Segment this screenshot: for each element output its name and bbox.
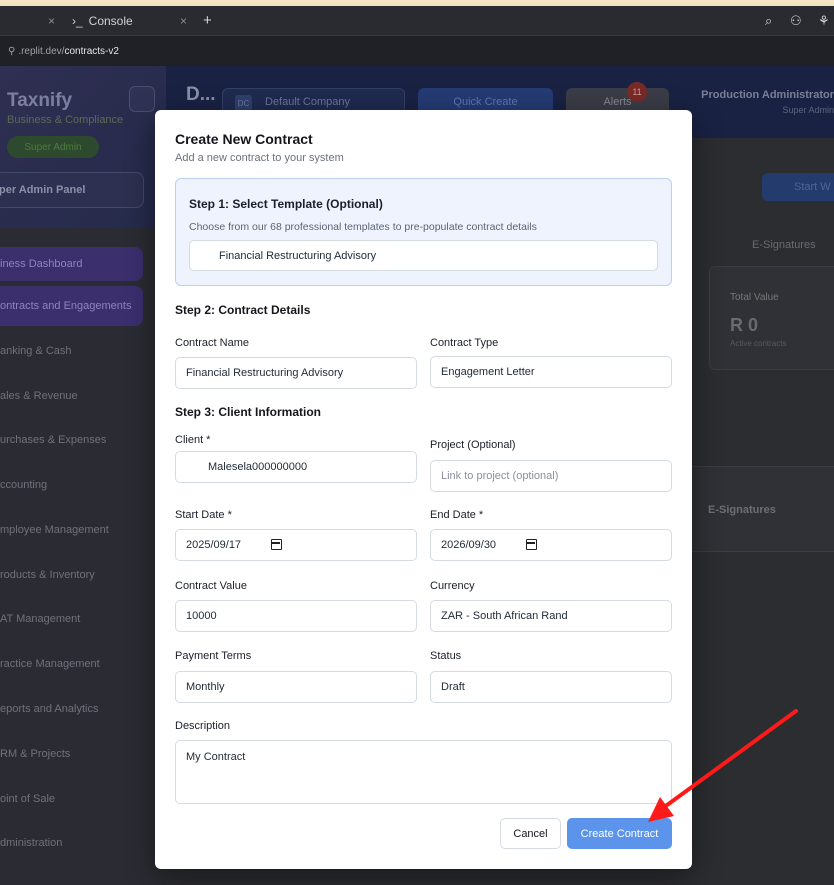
sidebar-item-reports[interactable]: eports and Analytics (0, 699, 166, 719)
sidebar-item-pos[interactable]: oint of Sale (0, 789, 166, 809)
project-input[interactable]: Link to project (optional) (430, 460, 672, 492)
browser-tab[interactable]: × (0, 6, 62, 36)
step2-title: Step 2: Contract Details (175, 303, 311, 317)
sidebar-item-administration[interactable]: dministration (0, 833, 166, 853)
alert-count-badge: 11 (627, 82, 647, 102)
modal-title: Create New Contract (175, 131, 313, 147)
sidebar-item-dashboard[interactable]: iness Dashboard (0, 247, 143, 281)
role-badge: Super Admin (7, 136, 99, 158)
create-contract-button[interactable]: Create Contract (567, 818, 672, 849)
sidebar-item-products[interactable]: roducts & Inventory (0, 565, 166, 585)
contract-value-label: Contract Value (175, 580, 247, 592)
status-select[interactable]: Draft (430, 671, 672, 703)
tab-e-signatures[interactable]: E-Signatures (752, 239, 816, 251)
browser-tab-bar: × ›_ Console × + ⌕ ⚇ ⚘ (0, 6, 834, 36)
user-role: Super Admin (782, 105, 834, 115)
step3-title: Step 3: Client Information (175, 405, 322, 419)
template-select[interactable]: Financial Restructuring Advisory (189, 240, 658, 271)
sidebar-collapse-button[interactable] (129, 86, 155, 112)
page-title: D... (186, 84, 216, 105)
browser-tab-console[interactable]: ›_ Console × (72, 6, 192, 36)
modal-subtitle: Add a new contract to your system (175, 152, 344, 164)
client-label: Client * (175, 434, 211, 446)
start-date-input[interactable]: 2025/09/17 (175, 529, 417, 561)
e-signatures-section: E-Signatures (692, 466, 834, 552)
super-admin-panel-button[interactable]: per Admin Panel (0, 172, 144, 208)
app-tagline: Business & Compliance (7, 114, 124, 126)
calendar-icon[interactable] (526, 539, 537, 550)
sidebar-item-accounting[interactable]: ccounting (0, 475, 166, 495)
app-name: Taxnify (7, 90, 73, 111)
contract-name-input[interactable]: Financial Restructuring Advisory (175, 357, 417, 389)
sidebar-item-contracts[interactable]: ontracts and Engagements (0, 286, 143, 326)
template-step-panel: Step 1: Select Template (Optional) Choos… (175, 178, 672, 286)
terminal-icon: ›_ (72, 14, 83, 28)
contract-name-label: Contract Name (175, 337, 249, 349)
step1-description: Choose from our 68 professional template… (189, 221, 537, 233)
sidebar-brand: Taxnify Business & Compliance Super Admi… (0, 66, 166, 228)
sidebar-item-vat[interactable]: AT Management (0, 609, 166, 629)
contract-type-select[interactable]: Engagement Letter (430, 356, 672, 388)
extension-icon[interactable]: ⚘ (818, 13, 830, 29)
end-date-label: End Date * (430, 509, 484, 521)
payment-terms-select[interactable]: Monthly (175, 671, 417, 703)
close-icon[interactable]: × (180, 14, 187, 28)
currency-select[interactable]: ZAR - South African Rand (430, 600, 672, 632)
close-icon[interactable]: × (48, 14, 55, 28)
link-icon: ⚲ (8, 45, 16, 57)
sidebar-item-sales[interactable]: ales & Revenue (0, 386, 166, 406)
sidebar: Taxnify Business & Compliance Super Admi… (0, 66, 166, 885)
address-bar[interactable]: ⚲ .replit.dev/contracts-v2 (0, 37, 834, 65)
payment-terms-label: Payment Terms (175, 650, 252, 662)
user-name[interactable]: Production Administrator (701, 89, 834, 101)
project-label: Project (Optional) (430, 439, 516, 451)
sidebar-item-crm[interactable]: RM & Projects (0, 744, 166, 764)
sidebar-item-employees[interactable]: mployee Management (0, 520, 166, 540)
status-label: Status (430, 650, 462, 662)
add-user-icon[interactable]: ⚇ (790, 13, 802, 29)
cancel-button[interactable]: Cancel (500, 818, 561, 849)
step1-title: Step 1: Select Template (Optional) (189, 197, 383, 211)
contract-type-label: Contract Type (430, 337, 499, 349)
start-wizard-button[interactable]: Start W (762, 173, 834, 201)
start-date-label: Start Date * (175, 509, 232, 521)
currency-label: Currency (430, 580, 475, 592)
new-tab-icon[interactable]: + (203, 12, 212, 29)
sidebar-item-banking[interactable]: anking & Cash (0, 341, 166, 361)
sidebar-item-purchases[interactable]: urchases & Expenses (0, 430, 166, 450)
end-date-input[interactable]: 2026/09/30 (430, 529, 672, 561)
description-textarea[interactable]: My Contract (175, 740, 672, 804)
contract-value-input[interactable]: 10000 (175, 600, 417, 632)
description-label: Description (175, 720, 231, 732)
client-select[interactable]: Malesela000000000 (175, 451, 417, 483)
sidebar-item-practice[interactable]: ractice Management (0, 654, 166, 674)
total-value-card: Total Value R 0 Active contracts (709, 266, 834, 370)
create-contract-modal: Create New Contract Add a new contract t… (155, 110, 692, 869)
search-icon[interactable]: ⌕ (765, 13, 772, 29)
calendar-icon[interactable] (271, 539, 282, 550)
